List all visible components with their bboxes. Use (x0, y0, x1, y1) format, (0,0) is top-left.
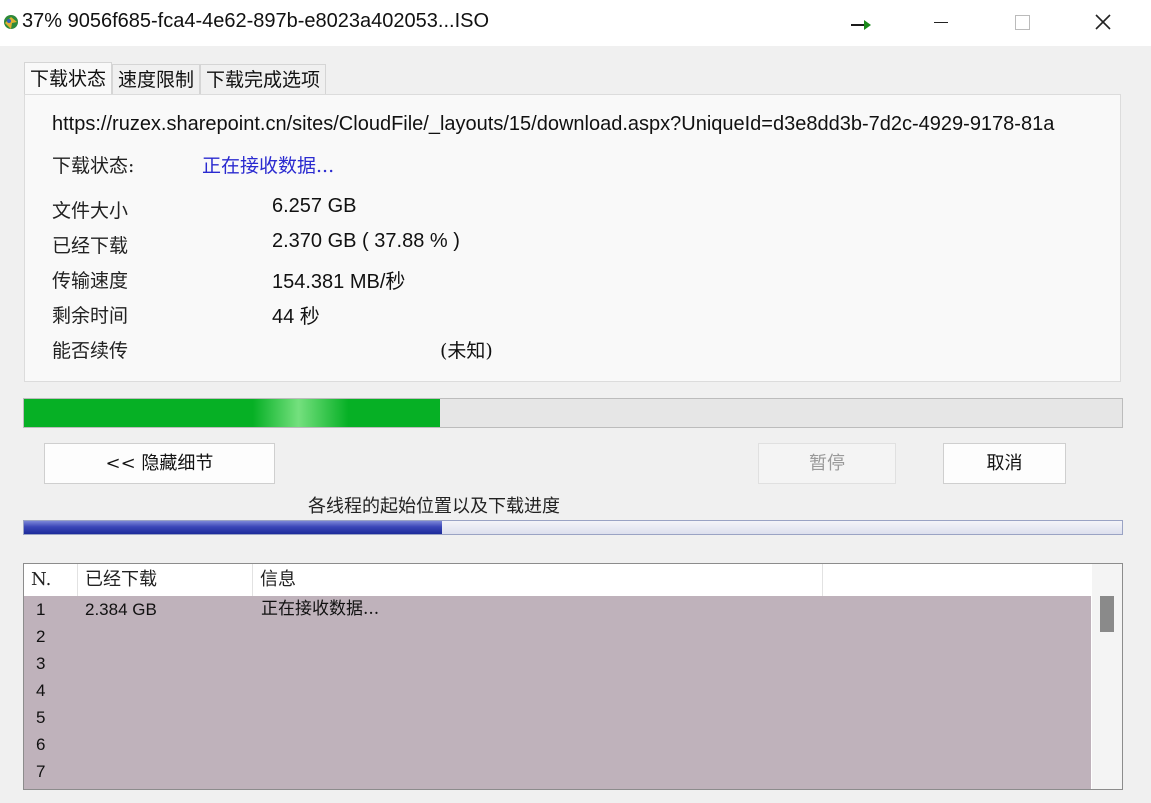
column-header-info[interactable]: 信息 (253, 564, 823, 596)
window-title: 37% 9056f685-fca4-4e62-897b-e8023a402053… (22, 10, 490, 32)
title-bar[interactable]: 37% 9056f685-fca4-4e62-897b-e8023a402053… (0, 0, 1151, 46)
table-row[interactable]: 6 (24, 731, 1091, 758)
list-scrollbar[interactable] (1092, 564, 1122, 789)
row-number: 5 (36, 708, 46, 727)
tab-strip: 下载状态 速度限制 下载完成选项 (24, 62, 327, 96)
tab-speed-limit[interactable]: 速度限制 (112, 64, 201, 96)
download-progress-bar (23, 398, 1123, 428)
thread-progress-fill (24, 521, 443, 534)
row-number: 7 (36, 762, 46, 781)
close-icon[interactable] (1075, 0, 1131, 46)
pause-button[interactable]: 暂停 (758, 443, 896, 484)
remaining-value: 44 秒 (272, 306, 320, 328)
row-number: 2 (36, 627, 46, 646)
thread-progress-bar (23, 520, 1123, 535)
details-panel: https://ruzex.sharepoint.cn/sites/CloudF… (24, 94, 1121, 382)
column-header-downloaded[interactable]: 已经下载 (78, 564, 253, 596)
cancel-button[interactable]: 取消 (943, 443, 1066, 484)
list-body: 1 2.384 GB 正在接收数据... 2 3 4 5 6 7 (24, 596, 1091, 789)
remaining-label: 剩余时间 (52, 305, 129, 327)
row-downloaded: 2.384 GB (85, 600, 157, 619)
table-row[interactable]: 1 2.384 GB 正在接收数据... (24, 596, 1091, 623)
app-icon (4, 15, 18, 29)
table-row[interactable]: 7 (24, 758, 1091, 785)
row-number: 3 (36, 654, 46, 673)
tab-download-status[interactable]: 下载状态 (24, 62, 113, 96)
row-number: 4 (36, 681, 46, 700)
downloaded-value: 2.370 GB ( 37.88 % ) (272, 230, 460, 252)
table-row[interactable]: 3 (24, 650, 1091, 677)
speed-label: 传输速度 (52, 270, 129, 292)
resume-label: 能否续传 (52, 340, 129, 362)
resume-value: (未知) (440, 340, 493, 362)
status-value: 正在接收数据... (202, 155, 335, 177)
list-header: N. 已经下载 信息 (24, 564, 1092, 596)
threads-label: 各线程的起始位置以及下载进度 (308, 496, 560, 517)
hide-details-button[interactable]: << 隐藏细节 (44, 443, 275, 484)
column-header-extra[interactable] (823, 564, 1092, 596)
status-label: 下载状态: (52, 155, 135, 177)
download-progress-fill (24, 399, 440, 427)
column-header-n[interactable]: N. (24, 564, 78, 596)
table-row[interactable]: 2 (24, 623, 1091, 650)
maximize-icon[interactable] (994, 0, 1050, 46)
scrollbar-thumb[interactable] (1100, 596, 1114, 632)
downloaded-label: 已经下载 (52, 235, 129, 257)
move-arrow-icon[interactable] (849, 17, 873, 31)
tab-completion-options[interactable]: 下载完成选项 (200, 64, 327, 96)
table-row[interactable]: 4 (24, 677, 1091, 704)
row-number: 1 (36, 600, 46, 619)
row-number: 6 (36, 735, 46, 754)
minimize-icon[interactable] (913, 0, 969, 46)
row-info: 正在接收数据... (261, 599, 380, 619)
download-url: https://ruzex.sharepoint.cn/sites/CloudF… (52, 113, 1055, 135)
table-row[interactable]: 5 (24, 704, 1091, 731)
thread-list[interactable]: N. 已经下载 信息 1 2.384 GB 正在接收数据... 2 3 4 5 6 7 (23, 563, 1123, 790)
file-size-label: 文件大小 (52, 200, 129, 222)
file-size-value: 6.257 GB (272, 195, 357, 217)
speed-value: 154.381 MB/秒 (272, 271, 406, 293)
